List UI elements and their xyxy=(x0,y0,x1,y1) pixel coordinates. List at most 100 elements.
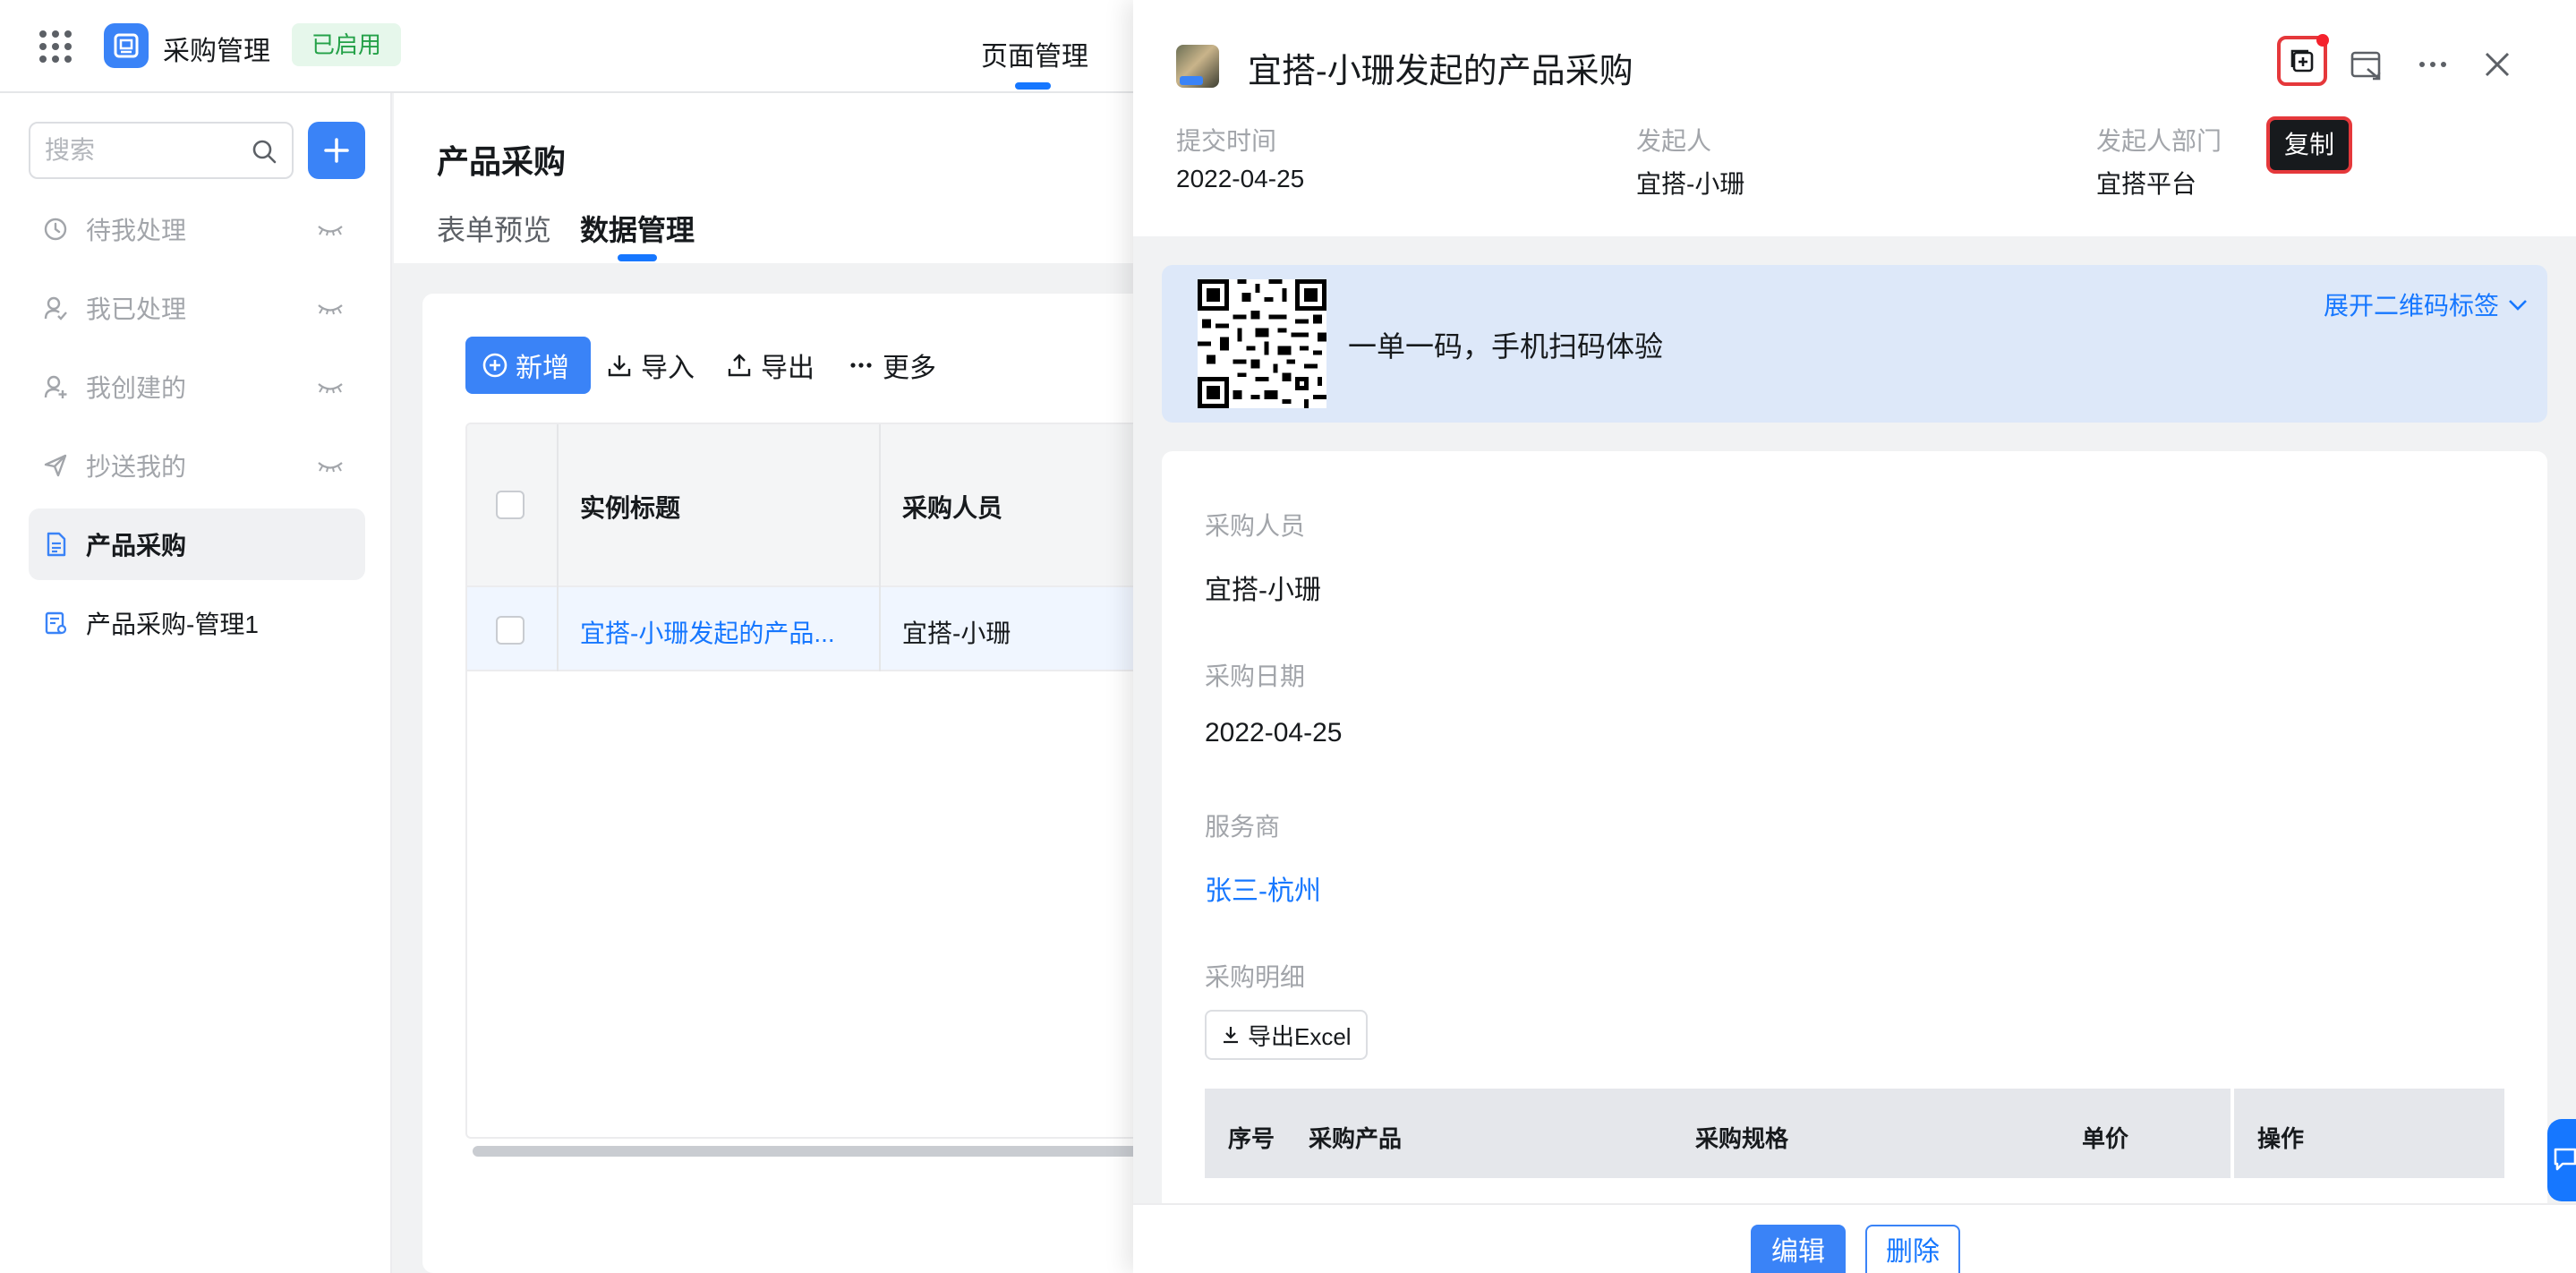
submit-time-value: 2022-04-25 xyxy=(1176,165,1305,192)
app-name: 采购管理 xyxy=(163,37,270,66)
notification-dot xyxy=(2316,34,2329,47)
column-header-price: 单价 xyxy=(2082,1125,2129,1152)
sidebar-item-label: 我已处理 xyxy=(86,295,187,323)
sidebar-item-product-purchase[interactable]: 产品采购 xyxy=(29,508,365,580)
detail-card: 采购人员 宜搭-小珊 采购日期 2022-04-25 服务商 张三-杭州 采购明… xyxy=(1162,451,2547,1273)
sidebar-item-label: 待我处理 xyxy=(86,217,187,244)
column-divider xyxy=(557,424,559,671)
field-value-vendor-link[interactable]: 张三-杭州 xyxy=(1205,868,1321,908)
sidebar-item-processed[interactable]: 我已处理 xyxy=(29,272,365,344)
eye-closed-icon[interactable] xyxy=(317,303,344,315)
open-new-window-button[interactable] xyxy=(2341,39,2392,90)
copy-button[interactable] xyxy=(2277,34,2329,86)
row-checkbox[interactable] xyxy=(496,616,525,645)
sidebar-item-label: 产品采购-管理1 xyxy=(86,611,259,638)
close-icon xyxy=(2485,52,2510,77)
initiator-label: 发起人 xyxy=(1636,127,1712,155)
field-value-date: 2022-04-25 xyxy=(1205,718,1343,748)
eye-closed-icon[interactable] xyxy=(317,460,344,473)
edit-button[interactable]: 编辑 xyxy=(1751,1225,1846,1273)
export-button[interactable]: 导出 xyxy=(727,337,815,394)
more-dots-icon xyxy=(2419,62,2446,67)
row-title-link[interactable]: 宜搭-小珊发起的产品... xyxy=(580,614,835,650)
sidebar: 待我处理 我已处理 我创建的 抄送我的 产品采购 产品采购-管理1 xyxy=(0,93,392,1273)
sidebar-nav: 待我处理 我已处理 我创建的 抄送我的 产品采购 产品采购-管理1 xyxy=(29,193,365,666)
eye-closed-icon[interactable] xyxy=(317,224,344,236)
department-label: 发起人部门 xyxy=(2096,127,2222,155)
field-label-vendor: 服务商 xyxy=(1205,813,1281,841)
chat-icon xyxy=(2554,1148,2576,1171)
user-check-icon xyxy=(44,296,67,320)
more-actions-button[interactable] xyxy=(2408,39,2458,90)
apps-grid-icon[interactable] xyxy=(39,30,72,63)
submit-time-label: 提交时间 xyxy=(1176,127,1277,155)
field-value-buyer: 宜搭-小珊 xyxy=(1205,576,1321,605)
export-excel-button[interactable]: 导出Excel xyxy=(1205,1010,1368,1060)
drawer-header: 宜搭-小珊发起的产品采购 提交时间 2022-04-25 发起人 宜搭-小珊 发… xyxy=(1133,0,2576,236)
expand-qr-tag-link[interactable]: 展开二维码标签 xyxy=(2324,286,2529,322)
sidebar-item-cc[interactable]: 抄送我的 xyxy=(29,430,365,501)
sidebar-item-product-purchase-manage[interactable]: 产品采购-管理1 xyxy=(29,587,365,659)
close-button[interactable] xyxy=(2472,39,2522,90)
qr-hint-text: 一单一码，手机扫码体验 xyxy=(1348,330,1664,363)
more-label: 更多 xyxy=(883,354,936,383)
export-excel-label: 导出Excel xyxy=(1248,1022,1352,1050)
import-label: 导入 xyxy=(641,354,695,383)
form-icon xyxy=(47,532,66,557)
app-status-badge: 已启用 xyxy=(292,23,402,66)
column-header-buyer[interactable]: 采购人员 xyxy=(902,489,1002,525)
sidebar-item-label: 产品采购 xyxy=(86,532,187,560)
copy-tooltip: 复制 xyxy=(2266,116,2353,174)
eye-closed-icon[interactable] xyxy=(317,381,344,394)
column-header-actions: 操作 xyxy=(2257,1125,2305,1152)
more-button[interactable]: 更多 xyxy=(849,337,936,394)
plus-icon xyxy=(324,138,349,163)
column-divider xyxy=(2231,1089,2234,1178)
tab-data-management[interactable]: 数据管理 xyxy=(580,208,695,249)
page-title: 产品采购 xyxy=(437,143,567,180)
initiator-value: 宜搭-小珊 xyxy=(1636,170,1745,198)
download-icon xyxy=(608,355,631,377)
search-field[interactable] xyxy=(29,122,294,179)
sidebar-item-label: 抄送我的 xyxy=(86,453,187,481)
tab-active-indicator xyxy=(618,254,657,261)
qr-banner: 一单一码，手机扫码体验 展开二维码标签 xyxy=(1162,265,2547,423)
detail-table-header: 序号 采购产品 采购规格 单价 操作 xyxy=(1205,1089,2504,1178)
column-header-product: 采购产品 xyxy=(1309,1125,1403,1152)
qr-code-icon[interactable] xyxy=(1198,279,1326,408)
drawer-title: 宜搭-小珊发起的产品采购 xyxy=(1248,53,1633,90)
delete-button[interactable]: 删除 xyxy=(1865,1225,1960,1273)
add-record-label: 新增 xyxy=(516,354,569,383)
sidebar-item-created[interactable]: 我创建的 xyxy=(29,351,365,423)
sidebar-item-label: 我创建的 xyxy=(86,374,187,402)
search-icon[interactable] xyxy=(251,138,277,165)
search-input[interactable] xyxy=(45,132,242,168)
clock-icon xyxy=(44,218,67,241)
window-open-icon xyxy=(2350,51,2381,81)
avatar xyxy=(1176,45,1219,88)
tab-active-indicator xyxy=(1015,82,1051,90)
export-label: 导出 xyxy=(761,354,815,383)
copy-icon xyxy=(2290,49,2314,73)
horizontal-scrollbar[interactable] xyxy=(473,1146,1189,1157)
send-icon xyxy=(44,454,67,477)
column-header-spec: 采购规格 xyxy=(1695,1125,1789,1152)
expand-qr-tag-label: 展开二维码标签 xyxy=(2323,292,2499,320)
tab-form-preview[interactable]: 表单预览 xyxy=(437,208,551,249)
field-label-details: 采购明细 xyxy=(1205,963,1306,991)
plus-circle-icon xyxy=(482,353,508,378)
tab-page-management[interactable]: 页面管理 xyxy=(981,34,1088,73)
floating-chat-button[interactable] xyxy=(2547,1119,2576,1201)
import-button[interactable]: 导入 xyxy=(607,337,695,394)
more-dots-icon xyxy=(850,363,872,368)
sidebar-item-pending[interactable]: 待我处理 xyxy=(29,193,365,265)
select-all-checkbox[interactable] xyxy=(496,491,525,519)
column-header-title[interactable]: 实例标题 xyxy=(580,489,680,525)
user-add-icon xyxy=(44,375,67,398)
row-buyer: 宜搭-小珊 xyxy=(902,619,1011,647)
field-label-buyer: 采购人员 xyxy=(1205,512,1306,540)
add-record-button[interactable]: 新增 xyxy=(465,337,591,394)
add-page-button[interactable] xyxy=(308,122,365,179)
field-label-date: 采购日期 xyxy=(1205,662,1306,690)
chevron-down-icon xyxy=(2509,300,2527,311)
